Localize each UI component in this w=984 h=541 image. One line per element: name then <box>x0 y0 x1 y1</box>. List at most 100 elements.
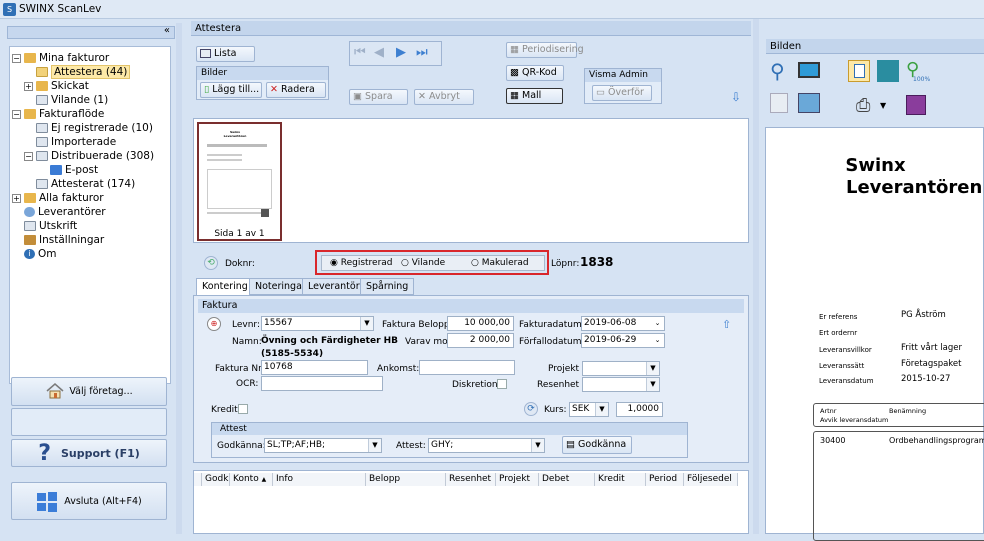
godkanna-dropdown-icon[interactable]: ▼ <box>368 439 381 452</box>
delete-image-button[interactable]: ✕ Radera <box>266 82 326 98</box>
currency-select[interactable]: SEK ▼ <box>569 402 609 417</box>
bilder-group-title: Bilder <box>197 67 328 80</box>
col-belopp[interactable]: Belopp <box>366 473 446 486</box>
tree-item-alla-fakturor[interactable]: + Alla fakturor <box>12 191 104 205</box>
folder-icon <box>24 109 36 119</box>
down-arrow-icon[interactable]: ⇩ <box>731 90 741 104</box>
col-resenhet[interactable]: Resenhet <box>446 473 496 486</box>
tree-item-fakturaflode[interactable]: − Fakturaflöde <box>12 107 104 121</box>
tree-item-e-post[interactable]: E-post <box>50 163 98 177</box>
tree-item-skickat[interactable]: + Skickat <box>24 79 89 93</box>
printer-dropdown-icon[interactable]: ▼ <box>880 101 886 110</box>
currency-dropdown-icon[interactable]: ▼ <box>595 403 608 416</box>
collapse-icon[interactable]: « <box>164 25 170 36</box>
page-thumbnail[interactable]: Swinx Leverantören Sida 1 av 1 <box>197 122 282 241</box>
col-foljesedel[interactable]: Följesedel <box>684 473 738 486</box>
cancel-button[interactable]: ✕ Avbryt <box>414 89 474 105</box>
qr-code-button[interactable]: ▩ QR-Kod <box>506 65 564 81</box>
list-button[interactable]: Lista <box>196 46 255 62</box>
periodisering-button[interactable]: ▦ Periodisering <box>506 42 584 58</box>
godkanna-button[interactable]: ▤ Godkänna <box>562 436 632 454</box>
col-projekt[interactable]: Projekt <box>496 473 539 486</box>
left-splitter[interactable] <box>176 23 182 534</box>
fakturadatum-input[interactable]: 2019-06-08 ⌄ <box>581 316 665 331</box>
collapse-expander-icon[interactable]: − <box>12 53 21 63</box>
tree-item-importerade[interactable]: Importerade <box>36 135 116 149</box>
tree-item-distribuerade[interactable]: − Distribuerade (308) <box>24 149 154 163</box>
rotate-page-icon[interactable] <box>770 93 788 113</box>
right-splitter[interactable] <box>753 19 759 534</box>
tree-item-installningar[interactable]: Inställningar <box>24 233 104 247</box>
save-image-icon[interactable] <box>906 95 926 115</box>
date-chevron-icon[interactable]: ⌄ <box>651 334 664 347</box>
levnr-input[interactable]: 15567 ▼ <box>261 316 374 331</box>
mall-button[interactable]: ▦ Mall <box>506 88 563 104</box>
fit-page-icon[interactable] <box>848 60 870 82</box>
resenhet-select[interactable]: ▼ <box>582 377 660 392</box>
choose-company-button[interactable]: Välj företag... <box>11 377 167 406</box>
tab-kontering[interactable]: Kontering <box>196 278 254 296</box>
tab-sparning[interactable]: Spårning <box>360 278 415 295</box>
projekt-select[interactable]: ▼ <box>582 361 660 376</box>
add-image-button[interactable]: ▯ Lägg till... <box>200 82 262 98</box>
first-page-icon[interactable]: ⏮ <box>354 45 366 60</box>
sort-ascending-icon: ▲ <box>261 476 267 483</box>
image-icon[interactable] <box>798 93 820 113</box>
tree-item-utskrift[interactable]: Utskrift <box>24 219 77 233</box>
col-period[interactable]: Period <box>646 473 684 486</box>
col-godk[interactable]: Godk <box>202 473 230 486</box>
forfallodatum-input[interactable]: 2019-06-29 ⌄ <box>581 333 665 348</box>
levnr-dropdown-icon[interactable]: ▼ <box>360 317 373 330</box>
resenhet-dropdown-icon[interactable]: ▼ <box>646 378 659 391</box>
monitor-icon[interactable] <box>798 62 820 78</box>
next-page-icon[interactable]: ▶ <box>396 45 406 60</box>
collapse-expander-icon[interactable]: − <box>24 151 33 161</box>
kontering-grid: Godk Konto ▲ Info Belopp Resenhet Projek… <box>193 470 749 534</box>
supplier-lookup-icon[interactable]: ⊕ <box>207 317 221 331</box>
exchange-rate-refresh-icon[interactable]: ⟳ <box>524 402 538 416</box>
save-button[interactable]: ▣ Spara <box>349 89 408 105</box>
diskretion-checkbox[interactable] <box>497 379 507 389</box>
tree-item-vilande[interactable]: Vilande (1) <box>36 93 108 107</box>
magnifier-icon[interactable]: ⚲ <box>770 59 785 83</box>
tab-leverantor[interactable]: Leverantör <box>302 278 366 295</box>
collapse-expander-icon[interactable]: − <box>12 109 21 119</box>
attest-dropdown-icon[interactable]: ▼ <box>531 439 544 452</box>
col-konto[interactable]: Konto ▲ <box>230 473 273 486</box>
tree-item-attesterat[interactable]: Attesterat (174) <box>36 177 135 191</box>
prev-page-icon[interactable]: ◀ <box>374 45 384 60</box>
refresh-icon[interactable]: ⟲ <box>204 256 218 270</box>
col-info[interactable]: Info <box>273 473 366 486</box>
tree-item-attestera[interactable]: Attestera (44) <box>36 65 131 79</box>
col-debet[interactable]: Debet <box>539 473 595 486</box>
exit-button[interactable]: Avsluta (Alt+F4) <box>11 482 167 520</box>
fakturanr-input[interactable]: 10768 <box>261 360 368 375</box>
projekt-dropdown-icon[interactable]: ▼ <box>646 362 659 375</box>
date-chevron-icon[interactable]: ⌄ <box>651 317 664 330</box>
support-button[interactable]: ? Support (F1) <box>11 439 167 467</box>
fit-width-icon[interactable] <box>877 60 899 82</box>
tree-item-ej-registrerade[interactable]: Ej registrerade (10) <box>36 121 153 135</box>
godkanna-select[interactable]: SL;TP;AF;HB; ▼ <box>264 438 382 453</box>
ocr-input[interactable] <box>261 376 383 391</box>
collapse-bar[interactable]: « <box>7 25 175 39</box>
tree-item-mina-fakturor[interactable]: − Mina fakturor <box>12 51 109 65</box>
belopp-input[interactable]: 10 000,00 <box>447 316 514 331</box>
col-kredit[interactable]: Kredit <box>595 473 646 486</box>
expand-expander-icon[interactable]: + <box>12 193 21 203</box>
moms-input[interactable]: 2 000,00 <box>447 333 514 348</box>
kurs-input[interactable]: 1,0000 <box>616 402 663 417</box>
tree-item-leverantorer[interactable]: Leverantörer <box>24 205 106 219</box>
radio-vilande[interactable]: ○ Vilande <box>401 258 445 268</box>
radio-registrerad[interactable]: ◉ Registrerad <box>330 258 393 268</box>
attest-select[interactable]: GHY; ▼ <box>428 438 545 453</box>
tree-item-om[interactable]: i Om <box>24 247 57 261</box>
transfer-button[interactable]: ▭ Överför <box>592 85 652 101</box>
kredit-checkbox[interactable] <box>238 404 248 414</box>
up-arrow-icon[interactable]: ⇧ <box>722 318 731 331</box>
ankomst-input[interactable] <box>419 360 515 375</box>
printer-icon[interactable]: ⎙ <box>856 95 870 116</box>
last-page-icon[interactable]: ⏭ <box>416 45 428 60</box>
radio-makulerad[interactable]: ○ Makulerad <box>471 258 529 268</box>
expand-expander-icon[interactable]: + <box>24 81 33 91</box>
